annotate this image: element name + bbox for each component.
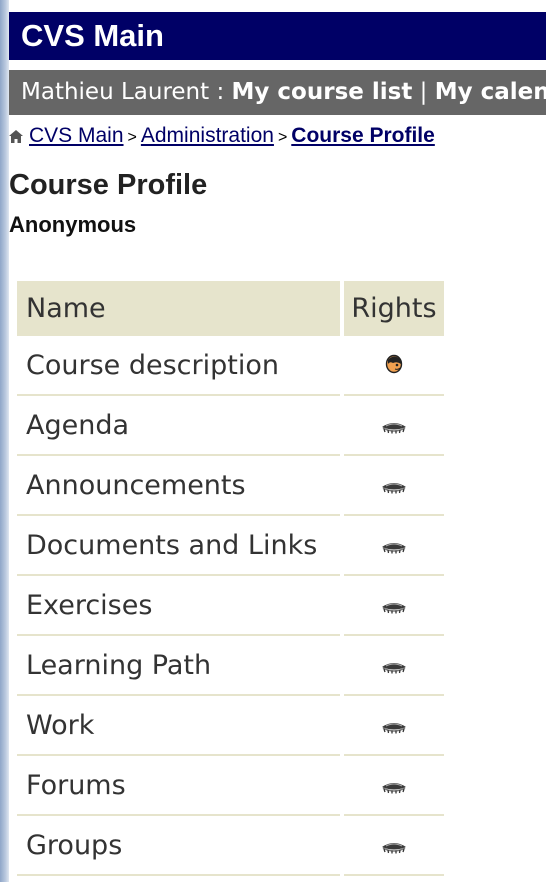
my-calendar-link[interactable]: My calendar bbox=[435, 79, 546, 105]
table-row: Learning Path bbox=[17, 636, 444, 696]
site-title[interactable]: CVS Main bbox=[21, 18, 164, 53]
eye-closed-icon[interactable] bbox=[381, 770, 407, 801]
breadcrumb: CVS Main > Administration > Course Profile bbox=[9, 119, 546, 153]
eye-closed-icon[interactable] bbox=[381, 470, 407, 501]
breadcrumb-separator: > bbox=[277, 129, 288, 146]
breadcrumb-course-profile[interactable]: Course Profile bbox=[291, 124, 435, 147]
home-icon bbox=[9, 130, 23, 143]
rights-cell bbox=[344, 576, 444, 636]
rights-cell bbox=[344, 396, 444, 456]
rights-cell bbox=[344, 456, 444, 516]
rights-cell bbox=[344, 816, 444, 876]
table-row: Announcements bbox=[17, 456, 444, 516]
rights-cell bbox=[344, 756, 444, 816]
table-row: Groups bbox=[17, 816, 444, 876]
table-row: Exercises bbox=[17, 576, 444, 636]
user-name: Mathieu Laurent bbox=[21, 79, 210, 105]
eye-closed-icon[interactable] bbox=[381, 650, 407, 681]
tool-name: Forums bbox=[17, 756, 340, 816]
tool-name: Announcements bbox=[17, 456, 340, 516]
table-row: Course description bbox=[17, 336, 444, 396]
page-title: Course Profile bbox=[9, 169, 208, 201]
tool-name: Documents and Links bbox=[17, 516, 340, 576]
site-header: CVS Main bbox=[9, 12, 546, 60]
tool-name: Course description bbox=[17, 336, 340, 396]
left-gradient-strip bbox=[0, 0, 9, 882]
eye-closed-icon[interactable] bbox=[381, 410, 407, 441]
user-bar: Mathieu Laurent : My course list | My ca… bbox=[9, 70, 546, 115]
breadcrumb-administration[interactable]: Administration bbox=[141, 124, 274, 147]
table-row: Agenda bbox=[17, 396, 444, 456]
rights-cell bbox=[344, 696, 444, 756]
tool-name: Work bbox=[17, 696, 340, 756]
breadcrumb-separator: > bbox=[127, 129, 137, 146]
eye-closed-icon[interactable] bbox=[381, 530, 407, 561]
profile-name: Anonymous bbox=[9, 212, 137, 237]
rights-column-header: Rights bbox=[344, 281, 444, 336]
my-course-list-link[interactable]: My course list bbox=[232, 79, 413, 105]
breadcrumb-cvs-main[interactable]: CVS Main bbox=[29, 124, 124, 147]
rights-cell bbox=[344, 636, 444, 696]
rights-cell bbox=[344, 336, 444, 396]
name-column-header: Name bbox=[17, 281, 340, 336]
table-header-row: Name Rights bbox=[17, 281, 444, 336]
eye-closed-icon[interactable] bbox=[381, 830, 407, 861]
tool-name: Exercises bbox=[17, 576, 340, 636]
user-face-icon[interactable] bbox=[385, 350, 403, 381]
tool-name: Groups bbox=[17, 816, 340, 876]
table-row: Work bbox=[17, 696, 444, 756]
table-row: Documents and Links bbox=[17, 516, 444, 576]
tool-name: Learning Path bbox=[17, 636, 340, 696]
rights-table: Name Rights Course description Agenda Anno… bbox=[13, 281, 448, 876]
table-row: Forums bbox=[17, 756, 444, 816]
tool-name: Agenda bbox=[17, 396, 340, 456]
rights-cell bbox=[344, 516, 444, 576]
eye-closed-icon[interactable] bbox=[381, 590, 407, 621]
eye-closed-icon[interactable] bbox=[381, 710, 407, 741]
